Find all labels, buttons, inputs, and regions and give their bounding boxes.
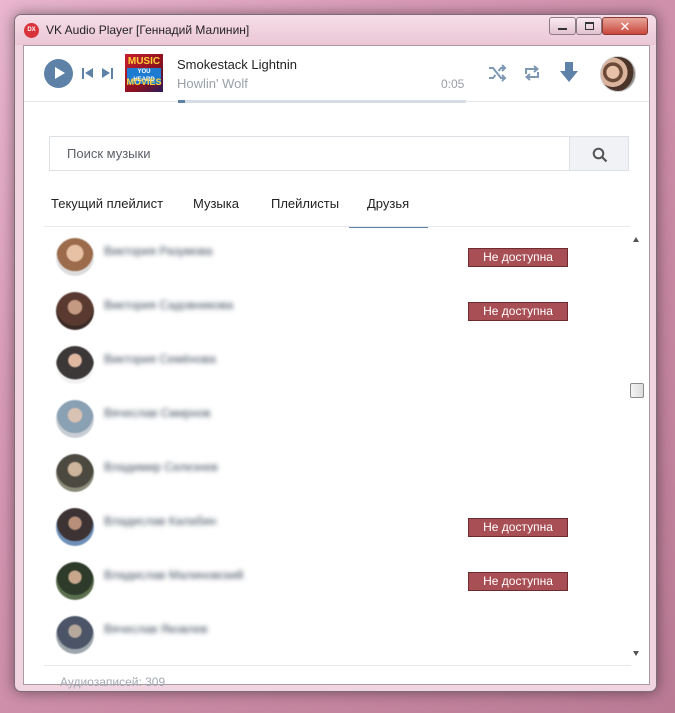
friend-name: Владислав Малиновский	[104, 568, 244, 582]
window-title: VK Audio Player [Геннадий Малинин]	[46, 23, 250, 37]
search-icon	[592, 147, 608, 163]
avatar	[56, 616, 94, 654]
tabs-divider	[44, 226, 630, 227]
friend-name: Владислав Калабин	[104, 514, 217, 528]
cover-text-bottom: MOVIES	[126, 77, 162, 87]
friend-name: Виктория Разумова	[104, 244, 213, 258]
minimize-icon	[558, 27, 567, 30]
status-badge: Не доступна	[468, 572, 568, 591]
list-item[interactable]: Владислав Калабин Не доступна	[44, 501, 629, 555]
status-badge: Не доступна	[468, 248, 568, 267]
minimize-button[interactable]	[549, 17, 576, 35]
avatar	[56, 508, 94, 546]
maximize-icon	[584, 22, 594, 30]
download-icon[interactable]	[557, 60, 581, 89]
status-badge: Не доступна	[468, 518, 568, 537]
list-item[interactable]: Вячеслав Яковлев	[44, 609, 629, 663]
next-track-button[interactable]	[100, 68, 113, 79]
cover-text-top: MUSIC	[127, 56, 161, 67]
list-item[interactable]: Виктория Садовникова Не доступна	[44, 285, 629, 339]
avatar	[56, 292, 94, 330]
friend-name: Вячеслав Смирнов	[104, 406, 211, 420]
list-item[interactable]: Владислав Малиновский Не доступна	[44, 555, 629, 609]
tab-music[interactable]: Музыка	[193, 189, 239, 228]
album-cover: MUSIC YOU HEARD MOVIES	[125, 54, 163, 92]
friend-name: Виктория Семёнова	[104, 352, 216, 366]
app-window: DX VK Audio Player [Геннадий Малинин] ✕ …	[14, 14, 657, 692]
list-item[interactable]: Виктория Разумова Не доступна	[44, 231, 629, 285]
friend-name: Виктория Садовникова	[104, 298, 234, 312]
list-item[interactable]: Владимир Селезнев	[44, 447, 629, 501]
avatar	[56, 346, 94, 384]
app-logo-icon: DX	[24, 23, 39, 38]
close-button[interactable]: ✕	[602, 17, 648, 35]
footer-divider	[44, 665, 631, 666]
list-item[interactable]: Вячеслав Смирнов	[44, 393, 629, 447]
progress-bar[interactable]	[178, 100, 466, 103]
avatar	[56, 562, 94, 600]
play-button[interactable]	[44, 59, 73, 88]
search-input[interactable]	[49, 136, 569, 171]
shuffle-icon[interactable]	[487, 63, 507, 88]
user-avatar[interactable]	[600, 56, 636, 92]
player-bar: MUSIC YOU HEARD MOVIES Smokestack Lightn…	[24, 46, 649, 103]
friends-list: Виктория Разумова Не доступна Виктория С…	[44, 231, 629, 663]
tab-playlists[interactable]: Плейлисты	[271, 189, 339, 228]
scroll-down-icon[interactable]	[633, 651, 639, 656]
maximize-button[interactable]	[576, 17, 602, 35]
scroll-thumb[interactable]	[630, 383, 644, 398]
tab-friends[interactable]: Друзья	[349, 189, 428, 228]
friend-name: Владимир Селезнев	[104, 460, 218, 474]
scrollbar[interactable]	[629, 231, 645, 663]
status-badge: Не доступна	[468, 302, 568, 321]
progress-fill	[178, 100, 186, 103]
search-button[interactable]	[569, 136, 629, 171]
list-item[interactable]: Виктория Семёнова	[44, 339, 629, 393]
track-title: Smokestack Lightnin	[177, 57, 297, 72]
track-time: 0:05	[441, 77, 465, 91]
previous-track-button[interactable]	[82, 68, 95, 79]
avatar	[56, 238, 94, 276]
scroll-up-icon[interactable]	[633, 237, 639, 242]
friend-name: Вячеслав Яковлев	[104, 622, 208, 636]
repeat-icon[interactable]	[522, 63, 542, 88]
title-bar[interactable]: DX VK Audio Player [Геннадий Малинин] ✕	[15, 15, 656, 45]
records-count: Аудиозаписей: 309	[60, 675, 166, 689]
track-artist[interactable]: Howlin' Wolf	[177, 76, 248, 91]
avatar	[56, 454, 94, 492]
tab-current-playlist[interactable]: Текущий плейлист	[51, 189, 163, 228]
close-icon: ✕	[619, 18, 631, 34]
main-content: MUSIC YOU HEARD MOVIES Smokestack Lightn…	[23, 45, 650, 689]
avatar	[56, 400, 94, 438]
